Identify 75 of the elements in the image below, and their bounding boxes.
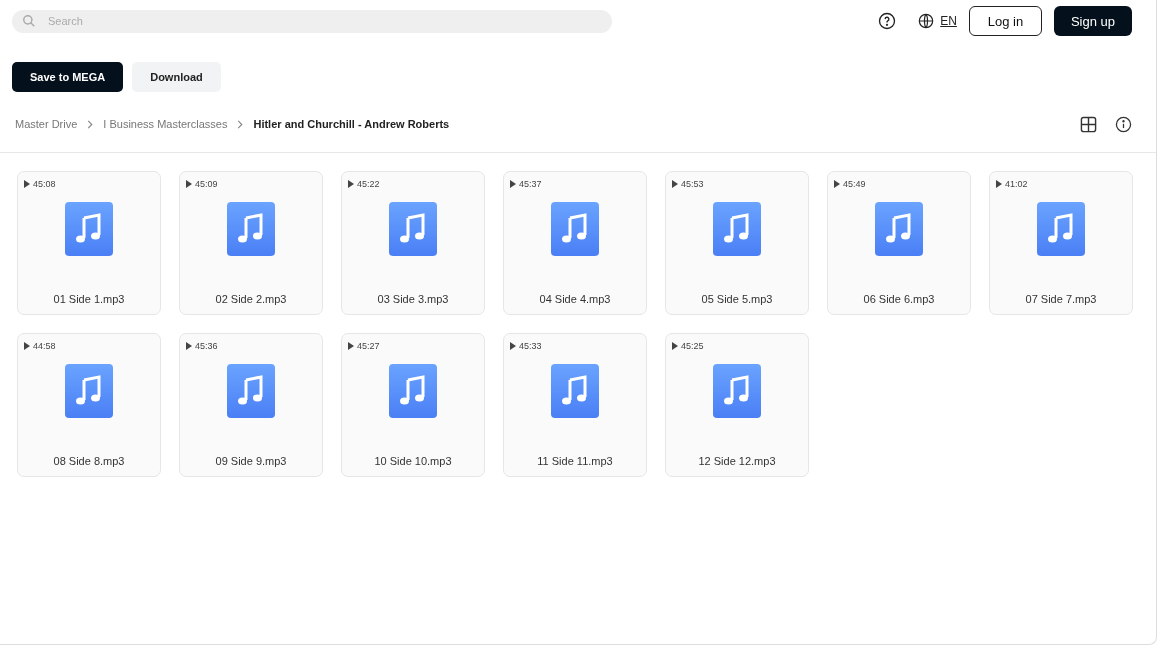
file-card[interactable]: 41:02 07 Side 7.mp3 [989, 171, 1133, 315]
file-name: 05 Side 5.mp3 [701, 293, 773, 305]
duration-text: 45:49 [843, 179, 866, 189]
file-name: 06 Side 6.mp3 [863, 293, 935, 305]
file-name: 07 Side 7.mp3 [1025, 293, 1097, 305]
file-card[interactable]: 45:08 01 Side 1.mp3 [17, 171, 161, 315]
file-card[interactable]: 45:37 04 Side 4.mp3 [503, 171, 647, 315]
file-name: 11 Side 11.mp3 [537, 455, 613, 467]
file-name: 12 Side 12.mp3 [698, 455, 776, 467]
file-name: 08 Side 8.mp3 [53, 455, 125, 467]
music-file-icon [389, 202, 437, 256]
file-card[interactable]: 45:36 09 Side 9.mp3 [179, 333, 323, 477]
play-icon [510, 180, 516, 188]
duration-text: 45:27 [357, 341, 380, 351]
file-name: 10 Side 10.mp3 [374, 455, 452, 467]
language-link[interactable]: EN [940, 14, 957, 28]
music-file-icon [713, 202, 761, 256]
duration-text: 45:09 [195, 179, 218, 189]
save-button[interactable]: Save to MEGA [12, 62, 124, 92]
file-name: 02 Side 2.mp3 [215, 293, 287, 305]
chevron-icon [87, 119, 94, 129]
music-file-icon [875, 202, 923, 256]
duration-text: 45:22 [357, 179, 380, 189]
file-card[interactable]: 45:53 05 Side 5.mp3 [665, 171, 809, 315]
file-name: 04 Side 4.mp3 [539, 293, 611, 305]
duration-text: 45:08 [33, 179, 56, 189]
breadcrumb-item[interactable]: Master Drive [15, 118, 78, 130]
search-field[interactable]: Search [12, 9, 612, 33]
signup-button[interactable]: Sign up [1053, 6, 1132, 36]
music-file-icon [389, 364, 437, 418]
breadcrumb-item[interactable]: I Business Masterclasses [103, 118, 228, 130]
play-icon [672, 180, 678, 188]
info-icon[interactable] [1115, 115, 1132, 133]
play-icon [186, 342, 192, 350]
music-file-icon [551, 202, 599, 256]
file-card[interactable]: 45:09 02 Side 2.mp3 [179, 171, 323, 315]
file-name: 03 Side 3.mp3 [377, 293, 449, 305]
grid-view-icon[interactable] [1080, 115, 1097, 133]
play-icon [510, 342, 516, 350]
duration-text: 45:25 [681, 341, 704, 351]
music-file-icon [551, 364, 599, 418]
play-icon [996, 180, 1002, 188]
duration-text: 45:37 [519, 179, 542, 189]
file-card[interactable]: 45:22 03 Side 3.mp3 [341, 171, 485, 315]
file-name: 09 Side 9.mp3 [215, 455, 287, 467]
duration-text: 44:58 [33, 341, 56, 351]
file-card[interactable]: 45:25 12 Side 12.mp3 [665, 333, 809, 477]
duration-text: 45:33 [519, 341, 542, 351]
duration-text: 45:53 [681, 179, 704, 189]
music-file-icon [713, 364, 761, 418]
music-file-icon [65, 364, 113, 418]
help-icon[interactable] [878, 12, 897, 30]
music-file-icon [227, 364, 275, 418]
music-file-icon [1037, 202, 1085, 256]
music-file-icon [227, 202, 275, 256]
play-icon [348, 342, 354, 350]
duration-text: 41:02 [1005, 179, 1028, 189]
chevron-icon [237, 119, 244, 129]
breadcrumb-item: Hitler and Churchill - Andrew Roberts [253, 118, 450, 130]
music-file-icon [65, 202, 113, 256]
play-icon [348, 180, 354, 188]
play-icon [672, 342, 678, 350]
file-card[interactable]: 45:49 06 Side 6.mp3 [827, 171, 971, 315]
duration-text: 45:36 [195, 341, 218, 351]
play-icon [186, 180, 192, 188]
file-card[interactable]: 44:58 08 Side 8.mp3 [17, 333, 161, 477]
play-icon [24, 342, 30, 350]
download-button[interactable]: Download [132, 62, 221, 92]
play-icon [24, 180, 30, 188]
login-button[interactable]: Log in [968, 6, 1042, 36]
globe-icon[interactable] [918, 13, 935, 29]
play-icon [834, 180, 840, 188]
file-card[interactable]: 45:27 10 Side 10.mp3 [341, 333, 485, 477]
file-card[interactable]: 45:33 11 Side 11.mp3 [503, 333, 647, 477]
file-name: 01 Side 1.mp3 [53, 293, 125, 305]
